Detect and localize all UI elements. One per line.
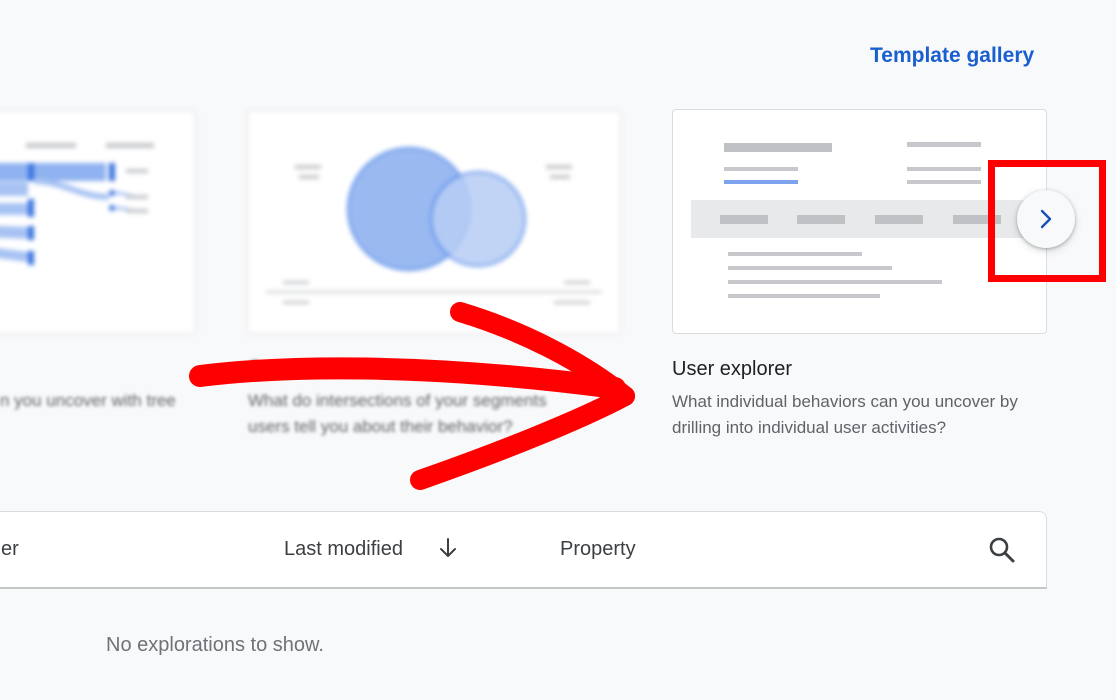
arrow-down-icon[interactable] xyxy=(437,536,459,560)
search-icon[interactable] xyxy=(988,536,1016,564)
venn-diagram-thumbnail xyxy=(266,147,602,304)
template-card-segment-overlap[interactable] xyxy=(247,110,621,334)
template-card-description: n you uncover with tree xyxy=(0,391,176,410)
explorations-table-header: er Last modified Property xyxy=(0,511,1047,589)
red-arrow-annotation xyxy=(189,302,635,490)
column-header-property[interactable]: Property xyxy=(560,538,636,561)
chevron-right-icon xyxy=(1040,209,1052,229)
column-header-last-modified[interactable]: Last modified xyxy=(284,538,403,561)
user-explorer-thumbnail xyxy=(691,142,1046,298)
template-card-title: Segment overlap xyxy=(248,358,392,379)
template-card-description: What individual behaviors can you uncove… xyxy=(672,392,1018,437)
template-card-title: User explorer xyxy=(672,358,793,380)
empty-state-message: No explorations to show. xyxy=(106,634,324,656)
template-card-description: What do intersections of your segments u… xyxy=(248,391,547,436)
carousel-next-button[interactable] xyxy=(1017,190,1075,248)
template-gallery-link[interactable]: Template gallery xyxy=(870,44,1034,68)
template-card-path-exploration[interactable] xyxy=(0,110,196,334)
column-header-name[interactable]: er xyxy=(1,538,19,561)
template-card-user-explorer[interactable] xyxy=(672,109,1047,334)
path-diagram-thumbnail xyxy=(0,143,154,265)
